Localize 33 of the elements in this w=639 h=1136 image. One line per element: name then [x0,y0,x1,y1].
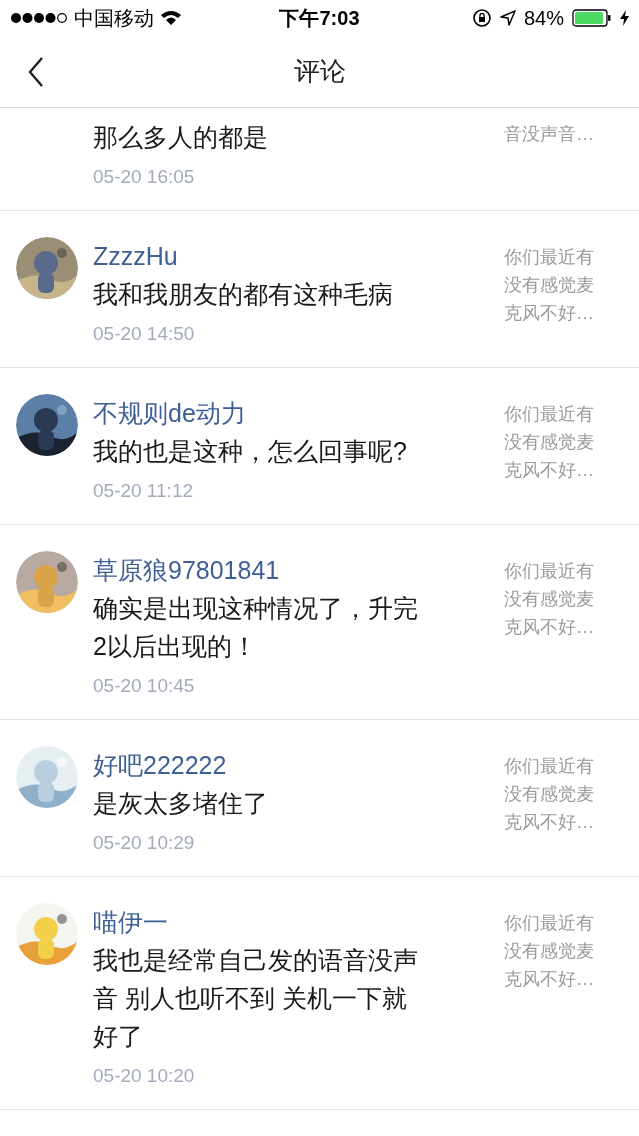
comment-time: 05-20 10:29 [93,831,196,855]
user-name[interactable]: 好吧222222 [93,746,474,784]
comment-text: 我的也是这种，怎么回事呢? [93,436,408,467]
user-name[interactable]: 不规则de动力 [93,394,474,432]
comment-text: 那么多人的都是 [93,122,269,153]
location-icon [499,10,516,26]
battery-icon [572,9,612,27]
comment-text: 我也是经常自己发的语音没声音 别人也听不到 关机一下就好了 [93,945,419,1052]
rotation-lock-icon [471,8,492,28]
quoted-post[interactable]: 你们最近有没有感觉麦克风不好… [504,909,609,1091]
quoted-post[interactable]: 你们最近有没有感觉麦克风不好… [504,752,609,858]
signal-icon [10,12,68,24]
user-name[interactable]: 喵伊一 [93,903,474,941]
comment-text: 我和我朋友的都有这种毛病 [93,279,394,310]
battery-percent: 84% [523,6,564,31]
page-title: 评论 [292,55,347,88]
user-name[interactable]: 草原狼97801841 [93,551,474,589]
comment-text: 是灰太多堵住了 [93,788,269,819]
wifi-icon [160,10,182,26]
quoted-post[interactable]: 音没声音… [504,120,609,192]
quoted-post[interactable]: 你们最近有没有感觉麦克风不好… [504,557,609,701]
carrier-name: 中国移动 [74,6,154,31]
user-name[interactable]: ZzzzHu [93,237,474,275]
comment-text: 确实是出现这种情况了，升完2以后出现的！ [93,593,419,662]
comment-time: 05-20 10:20 [93,1064,196,1088]
comment-time: 05-20 10:45 [93,674,196,698]
comment-time: 05-20 11:12 [93,479,194,503]
charging-icon [620,10,629,26]
comment-time: 05-20 16:05 [93,165,196,189]
comment-time: 05-20 14:50 [93,322,196,346]
quoted-post[interactable]: 你们最近有没有感觉麦克风不好… [504,400,609,506]
clock-time: 下午7:03 [279,6,360,31]
quoted-post[interactable]: 你们最近有没有感觉麦克风不好… [504,243,609,349]
